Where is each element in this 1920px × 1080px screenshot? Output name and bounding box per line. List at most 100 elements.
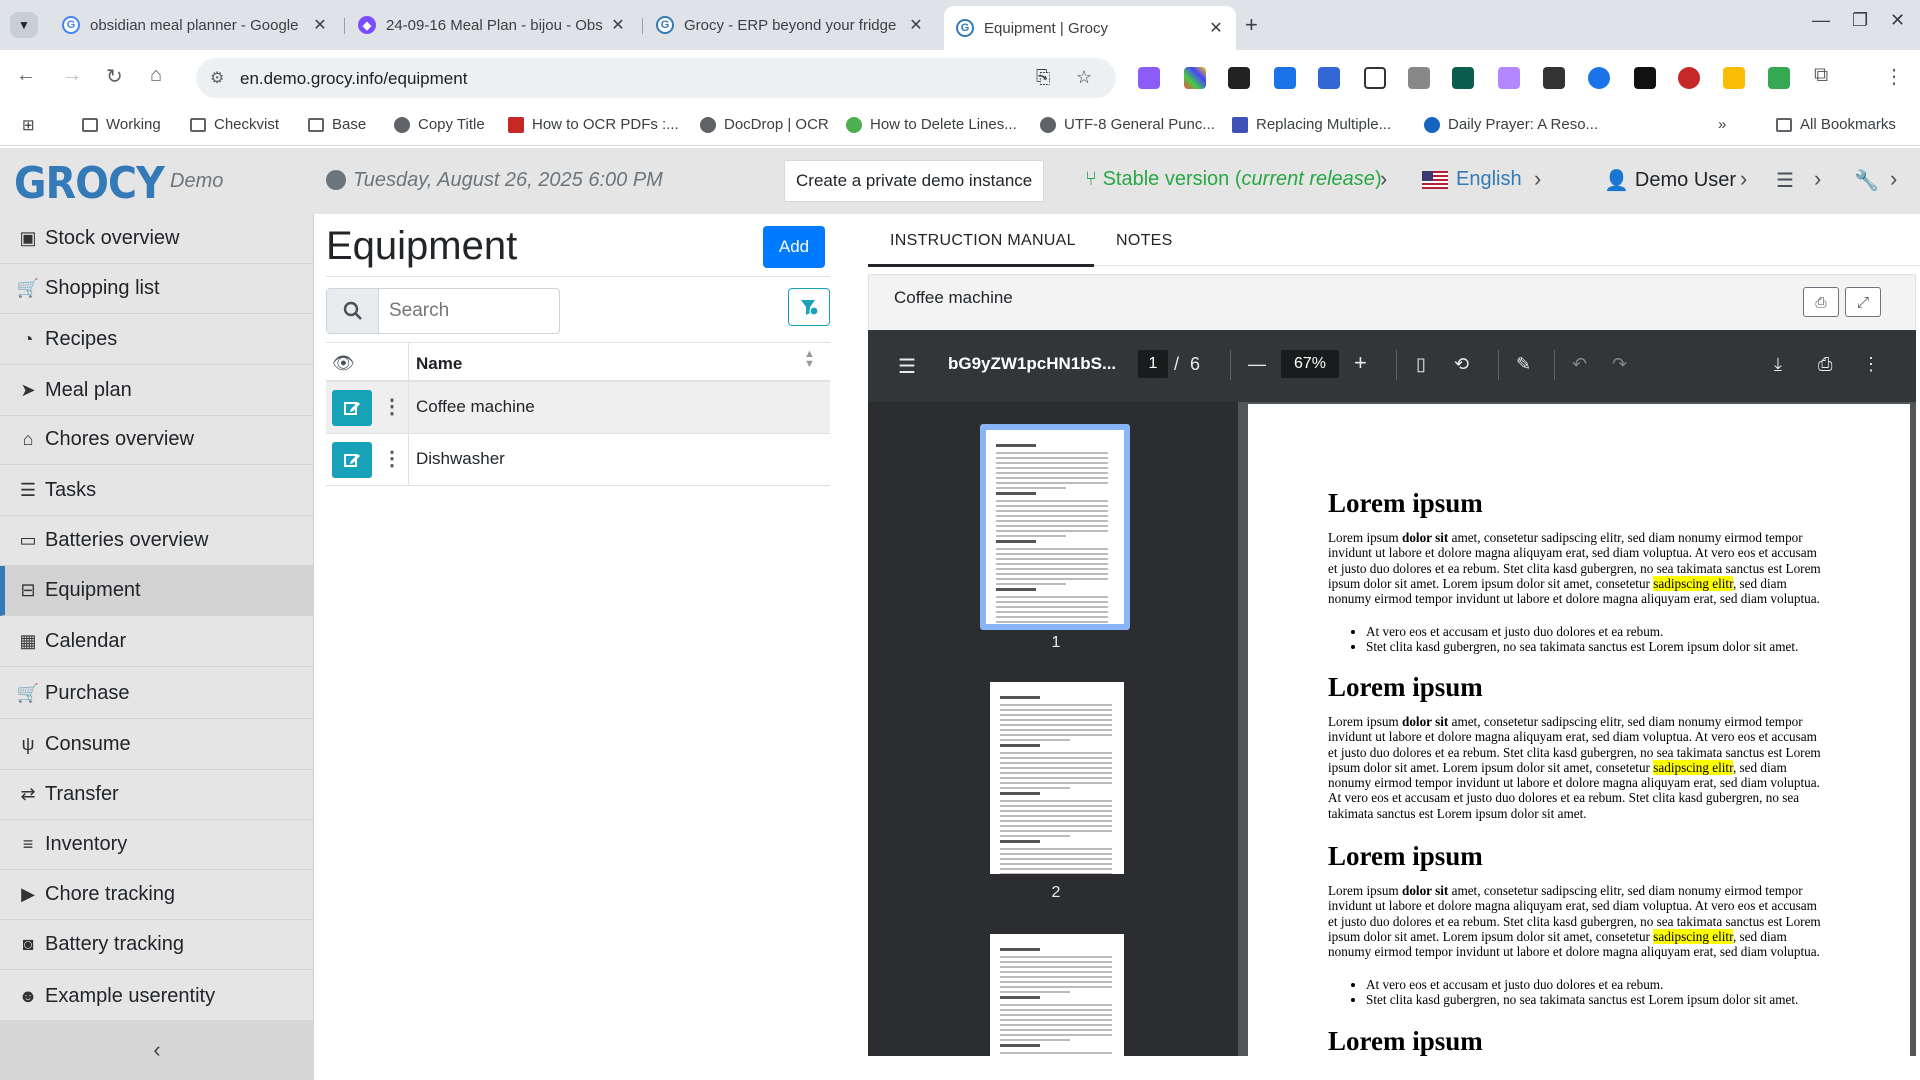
back-icon[interactable]: ←	[16, 64, 36, 87]
fit-page-icon[interactable]: ▯	[1416, 354, 1426, 375]
search-input[interactable]	[389, 289, 549, 333]
edit-button[interactable]	[332, 442, 372, 478]
chevron-right-icon[interactable]: ›	[1534, 166, 1541, 192]
sidebar-item-calendar[interactable]: ▦ Calendar	[0, 617, 314, 667]
bookmark-link[interactable]: UTF-8 General Punc...	[1040, 116, 1215, 133]
sidebar-item-example-userentity[interactable]: ☻ Example userentity	[0, 972, 314, 1022]
page-thumbnail[interactable]	[990, 682, 1124, 874]
sidebar-item-meal-plan[interactable]: ➤ Meal plan	[0, 366, 314, 416]
browser-tab[interactable]: G Grocy - ERP beyond your fridge ✕	[644, 8, 936, 42]
table-row[interactable]: ⋮ Coffee machine	[326, 382, 830, 434]
bookmark-link[interactable]: Daily Prayer: A Reso...	[1424, 116, 1598, 133]
download-icon[interactable]: ⤓	[1774, 354, 1782, 375]
markdown-extension-icon[interactable]	[1228, 67, 1250, 89]
extension-icon[interactable]	[1543, 67, 1565, 89]
sidebar-item-battery-tracking[interactable]: ◙ Battery tracking	[0, 920, 314, 970]
more-options-icon[interactable]: ⋮	[382, 394, 402, 419]
extension-icon[interactable]	[1452, 67, 1474, 89]
redo-icon[interactable]: ↷	[1612, 354, 1627, 375]
new-tab-button[interactable]: +	[1245, 12, 1258, 38]
tab-instruction-manual[interactable]: INSTRUCTION MANUAL	[890, 232, 1076, 250]
extension-icon[interactable]	[1318, 67, 1340, 89]
bookmark-star-icon[interactable]: ☆	[1076, 67, 1092, 88]
sidebar-item-equipment[interactable]: ⊟ Equipment	[0, 566, 314, 616]
close-tab-icon[interactable]: ✕	[606, 15, 630, 35]
more-bookmarks-icon[interactable]: »	[1718, 116, 1726, 133]
obsidian-extension-icon[interactable]	[1138, 67, 1160, 89]
extension-icon[interactable]	[1588, 67, 1610, 89]
sidebar-item-consume[interactable]: ψ Consume	[0, 720, 314, 770]
bookmark-link[interactable]: How to Delete Lines...	[846, 116, 1017, 133]
close-tab-icon[interactable]: ✕	[308, 15, 332, 35]
bookmark-folder[interactable]: Working	[82, 116, 161, 133]
clear-filter-button[interactable]	[788, 288, 830, 326]
undo-icon[interactable]: ↶	[1572, 354, 1587, 375]
create-demo-instance-button[interactable]: Create a private demo instance	[784, 160, 1045, 202]
site-info-icon[interactable]: ⚙	[210, 68, 224, 88]
language-selector[interactable]: English	[1422, 168, 1522, 191]
extension-icon[interactable]	[1723, 67, 1745, 89]
tab-notes[interactable]: NOTES	[1116, 232, 1173, 250]
sidebar-item-stock-overview[interactable]: ▣ Stock overview	[0, 214, 314, 264]
chevron-right-icon[interactable]: ›	[1890, 166, 1897, 192]
sidebar-item-batteries-overview[interactable]: ▭ Batteries overview	[0, 516, 314, 566]
tab-search-button[interactable]: ▼	[10, 12, 38, 38]
version-link[interactable]: ⑂ Stable version (current release)	[1085, 168, 1382, 191]
page-thumbnail[interactable]	[990, 934, 1124, 1056]
sidebar-item-recipes[interactable]: ◔ Recipes	[0, 315, 314, 365]
bookmark-folder[interactable]: Checkvist	[190, 116, 279, 133]
address-bar[interactable]: ⚙ en.demo.grocy.info/equipment ⎘ ☆	[196, 58, 1116, 98]
bookmark-link[interactable]: Copy Title	[394, 116, 485, 133]
bookmark-link[interactable]: How to OCR PDFs :...	[508, 116, 679, 133]
user-menu[interactable]: 👤 Demo User	[1604, 168, 1736, 193]
extension-icon[interactable]	[1498, 67, 1520, 89]
sort-icon[interactable]: ▲ ▼	[804, 349, 815, 370]
page-number-input[interactable]: 1	[1138, 350, 1168, 378]
download-file-button[interactable]: ⎙	[1803, 287, 1839, 317]
browser-tab[interactable]: G obsidian meal planner - Google ✕	[50, 8, 340, 42]
collapse-sidebar-button[interactable]: ‹	[0, 1020, 314, 1080]
close-tab-icon[interactable]: ✕	[1204, 18, 1228, 38]
extensions-puzzle-icon[interactable]: ⧉	[1814, 64, 1828, 87]
zotero-extension-icon[interactable]	[1408, 67, 1430, 89]
extension-icon[interactable]	[1274, 67, 1296, 89]
restore-icon[interactable]: ❐	[1852, 10, 1868, 31]
home-icon[interactable]: ⌂	[150, 64, 162, 87]
chevron-right-icon[interactable]: ›	[1814, 166, 1821, 192]
table-row[interactable]: ⋮ Dishwasher	[326, 434, 830, 486]
url-text[interactable]: en.demo.grocy.info/equipment	[240, 69, 467, 89]
pdf-viewer[interactable]: 1 2 Lorem ipsum Lorem ipsum dolor sit am…	[868, 402, 1916, 1056]
sliders-icon[interactable]: ☰	[1776, 168, 1794, 193]
extension-icon[interactable]	[1768, 67, 1790, 89]
reload-icon[interactable]: ↻	[106, 64, 123, 89]
sidebar-item-tasks[interactable]: ☰ Tasks	[0, 466, 314, 516]
zoom-level[interactable]: 67%	[1281, 350, 1339, 378]
forward-icon[interactable]: →	[62, 64, 82, 87]
sidebar-toggle-icon[interactable]: ☰	[898, 354, 916, 379]
browser-tab-active[interactable]: G Equipment | Grocy ✕	[944, 6, 1236, 50]
more-options-icon[interactable]: ⋮	[382, 446, 402, 471]
close-tab-icon[interactable]: ✕	[904, 15, 928, 35]
zoom-in-icon[interactable]: +	[1354, 350, 1367, 376]
sidebar-item-shopping-list[interactable]: 🛒 Shopping list	[0, 264, 314, 314]
sidebar-item-chore-tracking[interactable]: ▶ Chore tracking	[0, 870, 314, 920]
sidebar-item-purchase[interactable]: 🛒 Purchase	[0, 669, 314, 719]
print-icon[interactable]: ⎙	[1818, 354, 1832, 375]
chevron-right-icon[interactable]: ›	[1740, 166, 1747, 192]
bookmark-link[interactable]: Replacing Multiple...	[1232, 116, 1391, 133]
rotate-icon[interactable]: ⟲	[1454, 354, 1469, 375]
grocy-logo[interactable]: GROCY	[14, 158, 165, 209]
extension-icon[interactable]	[1634, 67, 1656, 89]
column-header-name[interactable]: Name	[416, 354, 462, 374]
sidebar-item-inventory[interactable]: ≡ Inventory	[0, 820, 314, 870]
eye-icon[interactable]: 👁	[332, 353, 355, 374]
expand-button[interactable]: ⤢	[1845, 287, 1881, 317]
apps-icon[interactable]: ⊞	[22, 116, 35, 134]
more-actions-icon[interactable]: ⋮	[1862, 354, 1880, 375]
chevron-right-icon[interactable]: ›	[1380, 166, 1387, 192]
minimize-icon[interactable]: —	[1812, 10, 1830, 31]
sidebar-item-chores-overview[interactable]: ⌂ Chores overview	[0, 415, 314, 465]
browser-menu-icon[interactable]: ⋮	[1884, 64, 1904, 89]
sidebar-item-transfer[interactable]: ⇄ Transfer	[0, 770, 314, 820]
page-thumbnail[interactable]	[986, 430, 1124, 624]
